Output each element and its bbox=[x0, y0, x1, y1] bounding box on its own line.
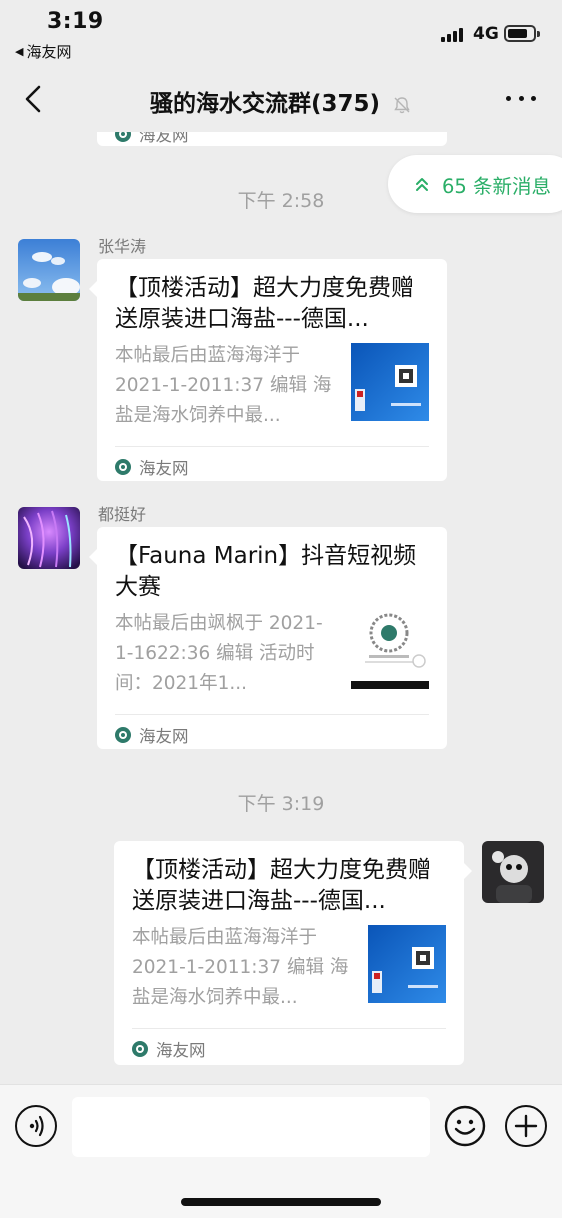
source-logo-icon bbox=[132, 1041, 148, 1057]
my-avatar[interactable] bbox=[482, 841, 544, 903]
home-indicator bbox=[181, 1198, 381, 1206]
status-time: 3:19 bbox=[47, 9, 104, 34]
card-source: 海友网 bbox=[115, 132, 189, 146]
source-label: 海友网 bbox=[156, 1041, 206, 1060]
partial-link-card[interactable]: 海友网 bbox=[97, 132, 447, 146]
sender-name: 张华涛 bbox=[98, 237, 147, 256]
link-card[interactable]: 【顶楼活动】超大力度免费赠送原装进口海盐---德国... 本帖最后由蓝海海洋于 … bbox=[89, 259, 447, 481]
back-triangle-icon: ◀ bbox=[15, 45, 24, 58]
more-options-icon[interactable] bbox=[506, 96, 536, 102]
card-source: 海友网 bbox=[132, 1037, 206, 1061]
message-input[interactable] bbox=[72, 1097, 430, 1157]
back-to-app-link[interactable]: ◀ 海友网 bbox=[15, 41, 71, 62]
new-messages-button[interactable]: 65 条新消息 bbox=[388, 155, 562, 213]
card-source: 海友网 bbox=[115, 723, 189, 747]
chat-title-wrap: 骚的海水交流群(375) bbox=[0, 84, 562, 118]
time-divider: 下午 3:19 bbox=[237, 793, 325, 815]
voice-input-button[interactable] bbox=[15, 1105, 57, 1147]
emoji-button-icon[interactable] bbox=[444, 1105, 486, 1147]
status-bar: 3:19 ◀ 海友网 4G bbox=[0, 0, 562, 66]
card-thumbnail bbox=[351, 343, 429, 421]
source-label: 海友网 bbox=[139, 727, 189, 746]
card-thumbnail bbox=[368, 925, 446, 1003]
card-description: 本帖最后由蓝海海洋于 2021-1-2011:37 编辑 海盐是海水饲养中最..… bbox=[132, 927, 349, 1008]
plus-icon bbox=[514, 1114, 538, 1138]
card-description: 本帖最后由飒枫于 2021-1-1622:36 编辑 活动时间：2021年1..… bbox=[115, 613, 323, 694]
chat-title: 骚的海水交流群(375) bbox=[149, 91, 381, 117]
source-label: 海友网 bbox=[139, 459, 189, 478]
avatar[interactable] bbox=[18, 507, 80, 569]
card-title: 【Fauna Marin】抖音短视频大赛 bbox=[115, 543, 417, 600]
avatar[interactable] bbox=[18, 239, 80, 301]
source-logo-icon bbox=[115, 132, 131, 142]
card-thumbnail bbox=[351, 611, 429, 689]
battery-icon bbox=[504, 25, 540, 42]
card-title: 【顶楼活动】超大力度免费赠送原装进口海盐---德国... bbox=[132, 857, 431, 914]
mute-bell-icon bbox=[394, 96, 410, 113]
more-actions-button[interactable] bbox=[505, 1105, 547, 1147]
network-type: 4G bbox=[473, 24, 499, 44]
nav-bar: 骚的海水交流群(375) bbox=[0, 66, 562, 132]
card-description: 本帖最后由蓝海海洋于 2021-1-2011:37 编辑 海盐是海水饲养中最..… bbox=[115, 345, 332, 426]
back-app-label: 海友网 bbox=[26, 43, 72, 61]
new-messages-label: 65 条新消息 bbox=[442, 174, 552, 198]
card-source: 海友网 bbox=[115, 455, 189, 479]
source-logo-icon bbox=[115, 727, 131, 743]
chat-screen: 3:19 ◀ 海友网 4G 骚的海水交流群(375) 海友网 下午 2:58 张… bbox=[0, 0, 562, 1218]
source-label: 海友网 bbox=[139, 132, 189, 145]
sender-name: 都挺好 bbox=[98, 505, 147, 524]
signal-strength-icon bbox=[441, 26, 465, 42]
link-card-own[interactable]: 【顶楼活动】超大力度免费赠送原装进口海盐---德国... 本帖最后由蓝海海洋于 … bbox=[114, 841, 472, 1065]
chat-message-list[interactable]: 海友网 下午 2:58 张华涛 【顶楼活动】超大力度免费赠送原装进口海盐---德… bbox=[0, 132, 562, 1084]
source-logo-icon bbox=[115, 459, 131, 475]
card-title: 【顶楼活动】超大力度免费赠送原装进口海盐---德国... bbox=[115, 275, 414, 332]
voice-icon bbox=[29, 1115, 44, 1137]
link-card[interactable]: 【Fauna Marin】抖音短视频大赛 本帖最后由飒枫于 2021-1-162… bbox=[89, 527, 447, 749]
double-chevron-up-icon bbox=[416, 178, 428, 191]
